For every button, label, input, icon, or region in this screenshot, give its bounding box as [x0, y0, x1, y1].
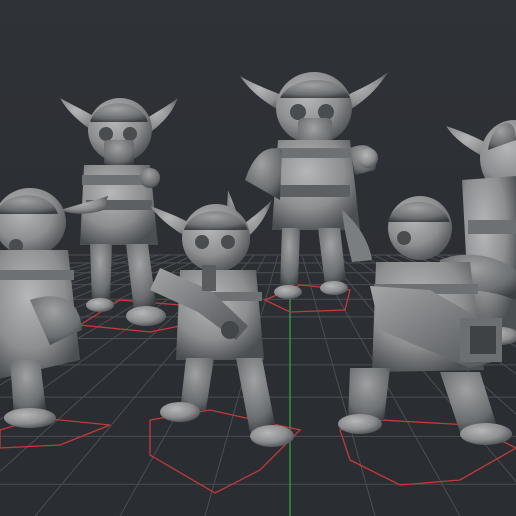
- 3d-viewport[interactable]: [0, 0, 516, 516]
- scene-canvas[interactable]: [0, 0, 516, 516]
- model-gremlin-back-center[interactable]: [240, 72, 388, 299]
